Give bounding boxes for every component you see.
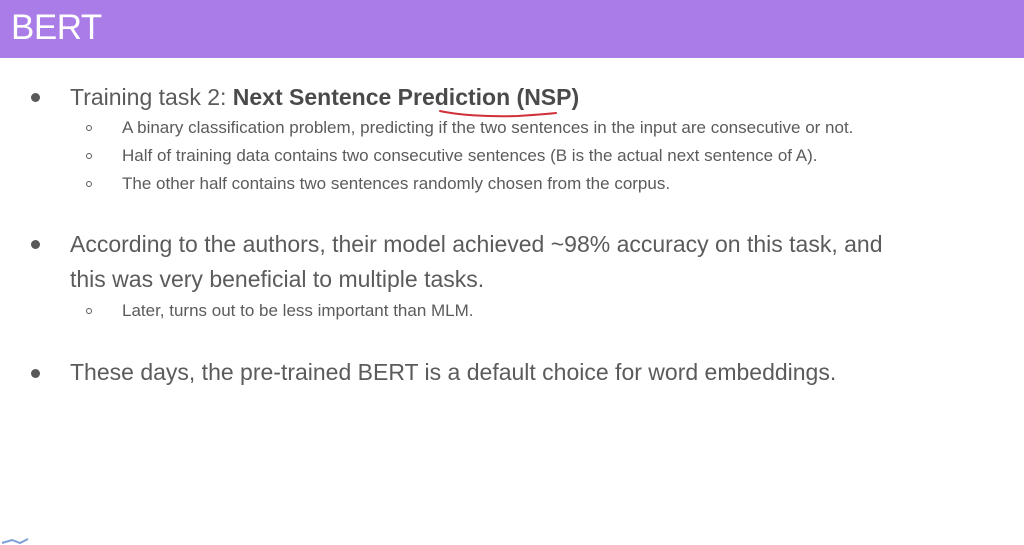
slide-title: BERT [11, 8, 102, 47]
bullet-dot [31, 93, 40, 102]
bullet-3-text: These days, the pre-trained BERT is a de… [70, 359, 837, 385]
bullet-dot [31, 240, 40, 249]
bullet-1-sub-2: Half of training data contains two conse… [122, 146, 818, 165]
bullet-dot [31, 369, 40, 378]
bullet-1-sub-3: The other half contains two sentences ra… [122, 174, 671, 193]
title-bar: BERT [0, 0, 1024, 58]
sub-bullet-circle [86, 308, 92, 314]
sub-bullet-circle [86, 181, 92, 187]
sub-bullet-circle [86, 125, 92, 131]
corner-logo-fragment [1, 538, 29, 545]
sub-bullet-circle [86, 153, 92, 159]
bullet-1-sub-1: A binary classification problem, predict… [122, 118, 854, 137]
bullet-2-line-1: According to the authors, their model ac… [70, 231, 883, 257]
bullet-2-line-2: this was very beneficial to multiple tas… [70, 266, 485, 292]
bullet-2-sub-1: Later, turns out to be less important th… [122, 301, 474, 320]
bullet-1-prefix: Training task 2: [70, 84, 233, 110]
